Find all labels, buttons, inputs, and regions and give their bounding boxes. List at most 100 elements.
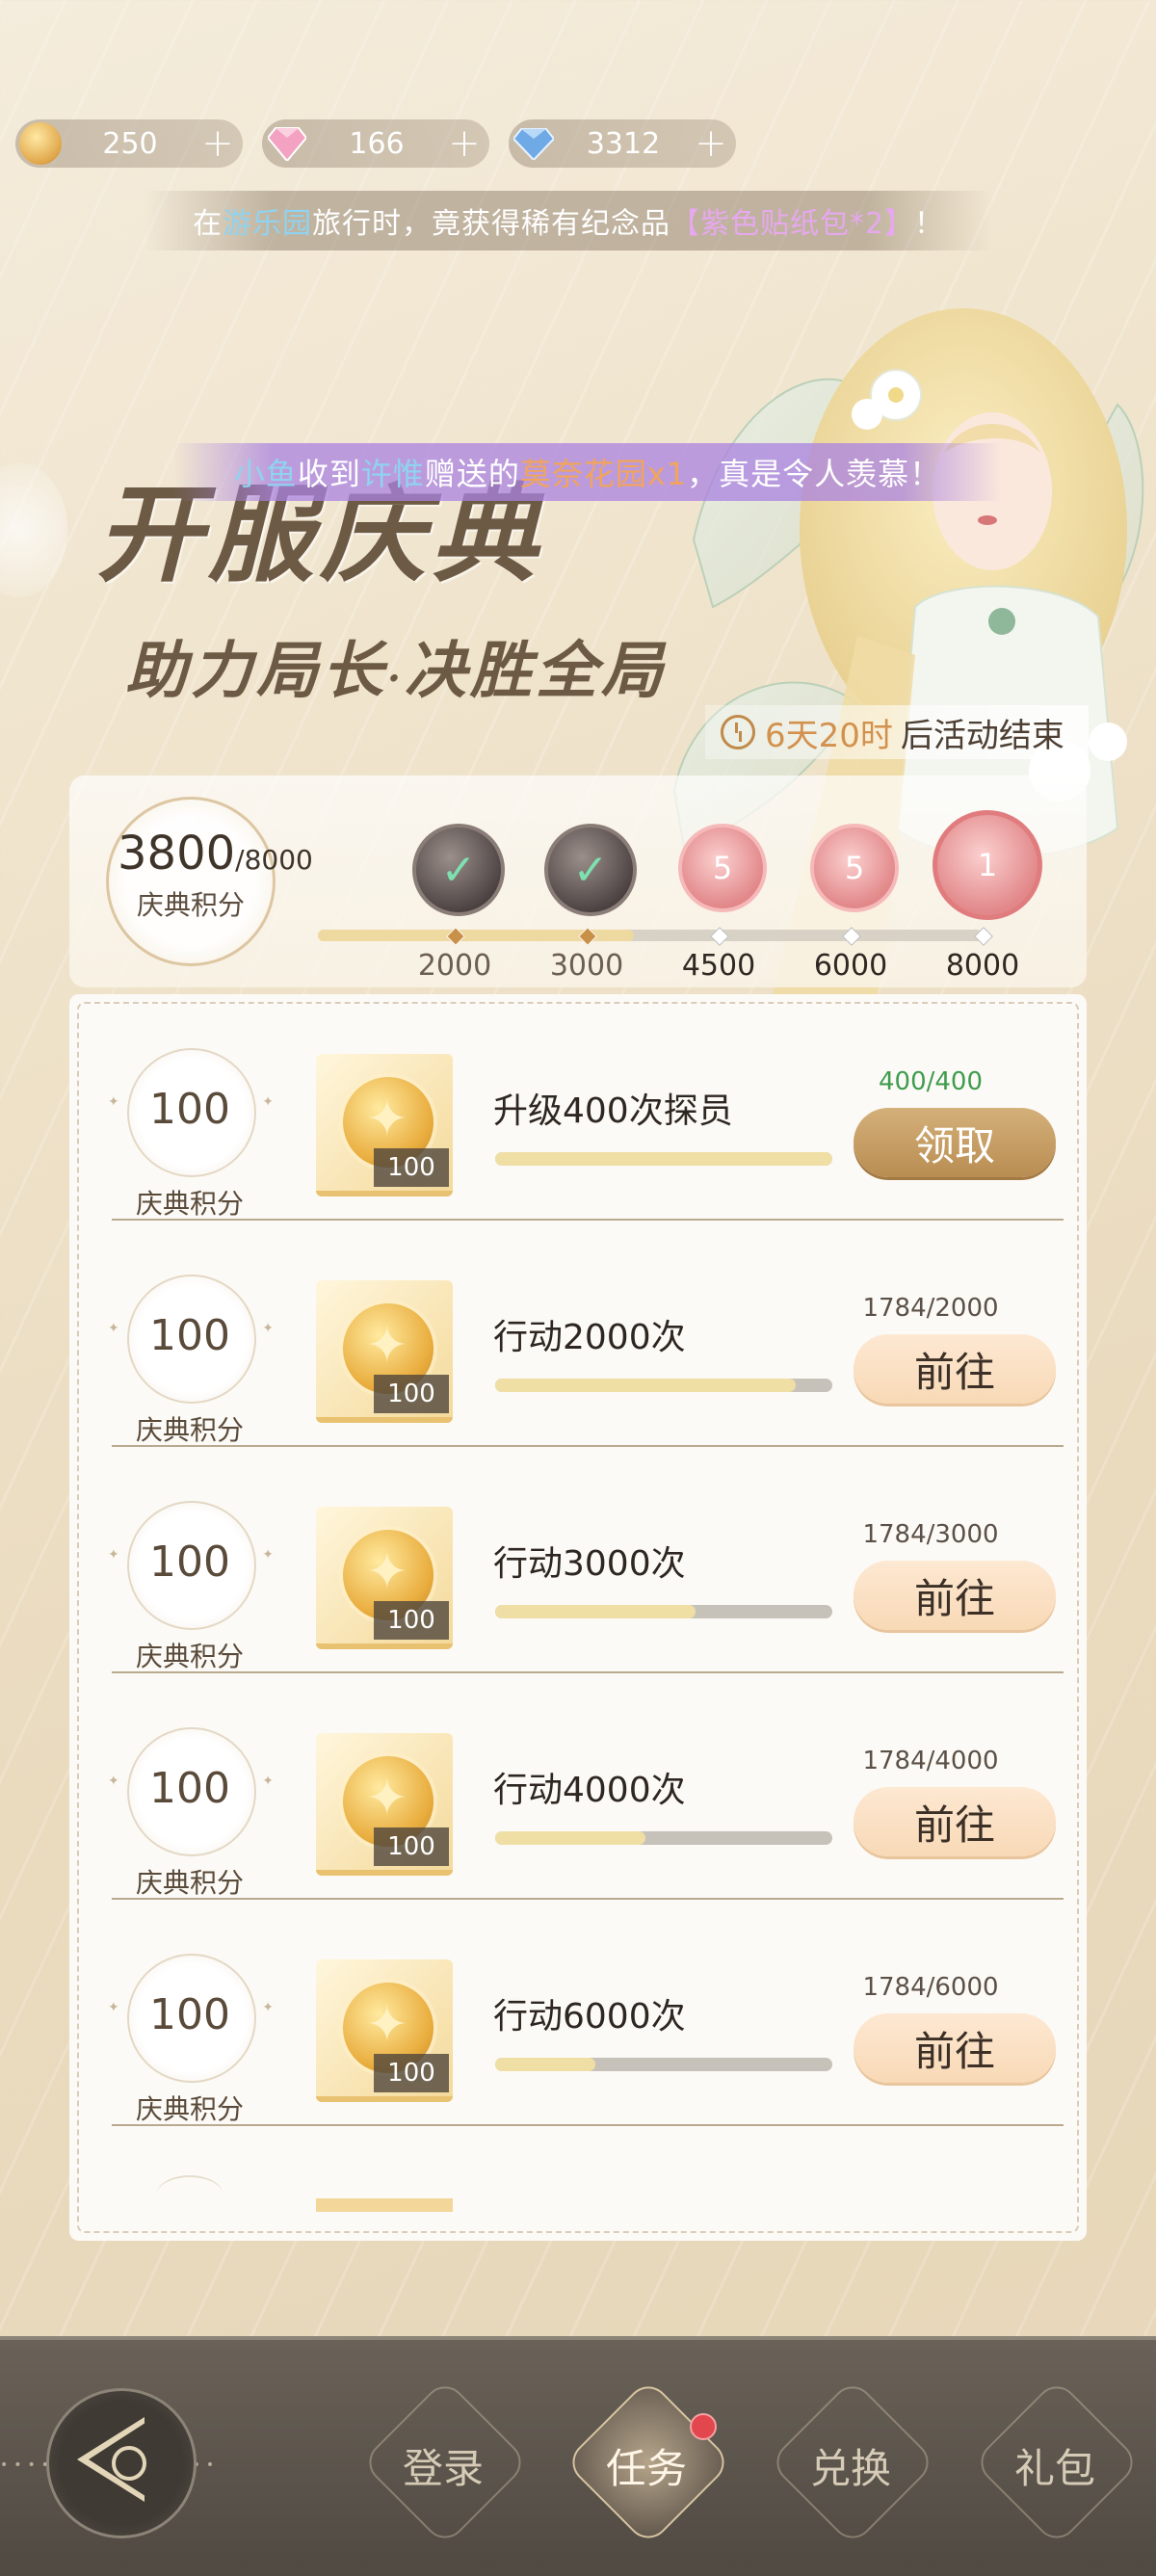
badge-count: 1	[977, 847, 998, 883]
milestone-label: 6000	[813, 949, 888, 983]
go-button[interactable]: 前往	[854, 2013, 1056, 2083]
notice-item: 【紫色贴纸包*2】	[670, 207, 915, 241]
notification-dot	[690, 2413, 717, 2440]
tab-exchange[interactable]: 兑换	[768, 2378, 937, 2547]
currency-gold: 250 +	[15, 119, 243, 168]
event-timer: 6天20时 后活动结束	[705, 705, 1089, 759]
gift-broadcast: 小鱼 收到 许惟 赠送的 莫奈花园x1 ，真是令人羡慕！	[173, 443, 1002, 501]
broadcast-text: 收到	[297, 456, 361, 492]
task-progress-bar	[495, 1605, 832, 1618]
task-row: 100 庆典积分 100 行动3000次 1784/3000 前往	[69, 1447, 1087, 1673]
task-name: 行动3000次	[493, 1544, 686, 1584]
reward-item[interactable]: 100	[316, 1054, 453, 1196]
reward-item[interactable]: 100	[316, 1507, 453, 1649]
task-progress-fill	[495, 1605, 696, 1618]
check-icon: ✓	[440, 845, 477, 895]
reward-item[interactable]: 100	[316, 1959, 453, 2102]
currency-pink-gem: 166 +	[262, 119, 489, 168]
task-points-label: 庆典积分	[135, 2093, 244, 2125]
task-progress-done: 1784	[862, 1747, 927, 1775]
milestone-reward-8000[interactable]: 1	[933, 810, 1042, 920]
milestone-reward-4500[interactable]: 5	[678, 824, 767, 912]
task-progress-text: 1784/4000	[805, 1747, 1056, 1775]
milestone-reward-6000[interactable]: 5	[810, 824, 899, 912]
notice-text: 在	[192, 207, 223, 241]
task-progress-fill	[495, 1831, 646, 1845]
task-name: 升级400次探员	[493, 1091, 733, 1131]
task-points-label: 庆典积分	[135, 1867, 244, 1899]
notice-text: ！	[914, 207, 945, 241]
reward-quantity: 100	[374, 1148, 449, 1187]
broadcast-text: 赠送的	[424, 456, 520, 492]
milestone-label: 8000	[945, 949, 1020, 983]
task-progress-done: 400	[878, 1067, 927, 1096]
check-icon: ✓	[572, 845, 609, 895]
score-progress-panel: 3800/8000 庆典积分 ✓ 2000 ✓ 3000 5 4500 5 6000 1…	[69, 775, 1087, 987]
task-name: 行动2000次	[493, 1318, 686, 1357]
blue-diamond-icon	[512, 122, 555, 165]
tab-label: 兑换	[809, 2445, 891, 2492]
task-row: 100 庆典积分 100 行动4000次 1784/4000 前往	[69, 1673, 1087, 1900]
go-button[interactable]: 前往	[854, 1561, 1056, 1630]
task-name: 行动6000次	[493, 1997, 686, 2037]
milestone-label: 3000	[549, 949, 624, 983]
go-button[interactable]: 前往	[854, 1334, 1056, 1404]
task-progress-text: 1784/6000	[805, 1973, 1056, 2002]
task-points-label: 庆典积分	[135, 1641, 244, 1672]
side-decoration	[0, 462, 67, 597]
broadcast-giver: 许惟	[360, 456, 425, 492]
task-progress-fill	[495, 1152, 832, 1166]
subtitle-part: 决胜全局	[404, 635, 667, 707]
reward-item[interactable]: 100	[316, 1733, 453, 1876]
tab-gift-pack[interactable]: 礼包	[972, 2378, 1142, 2547]
currency-blue-diamond: 3312 +	[509, 119, 736, 168]
tab-label: 任务	[605, 2445, 687, 2492]
claim-button[interactable]: 领取	[854, 1108, 1056, 1177]
gold-amount: 250	[102, 126, 158, 161]
broadcast-text: ，真是令人羡慕！	[687, 456, 942, 492]
task-progress-text: 1784/2000	[805, 1294, 1056, 1323]
task-progress-goal: /400	[926, 1067, 984, 1096]
add-pink-gem-button[interactable]: +	[445, 121, 484, 166]
subtitle-part: 助力局长	[125, 635, 387, 707]
reward-item[interactable]: 100	[316, 1280, 453, 1423]
task-progress-text: 400/400	[805, 1067, 1056, 1096]
add-gold-button[interactable]: +	[198, 121, 237, 166]
points-circle	[156, 2175, 223, 2216]
row-divider	[112, 2124, 1064, 2126]
tab-login[interactable]: 登录	[360, 2378, 530, 2547]
reward-quantity: 100	[374, 2054, 449, 2092]
task-name: 行动4000次	[493, 1771, 686, 1810]
task-row-partial	[69, 2158, 1087, 2216]
task-list[interactable]: 100 庆典积分 100 升级400次探员 400/400 领取 100 庆典积…	[69, 994, 1087, 2241]
milestone-reward-3000[interactable]: ✓	[544, 824, 637, 916]
task-progress-bar	[495, 2058, 832, 2071]
timer-suffix: 后活动结束	[900, 716, 1064, 755]
tab-tasks[interactable]: 任务	[564, 2378, 733, 2547]
reward-quantity: 100	[374, 1375, 449, 1413]
tab-label: 礼包	[1013, 2445, 1095, 2492]
task-progress-bar	[495, 1152, 832, 1166]
task-points: 100	[149, 1311, 230, 1360]
blue-diamond-amount: 3312	[586, 126, 661, 161]
subtitle-dot: ·	[387, 656, 405, 701]
clock-icon	[721, 715, 755, 749]
milestone-reward-2000[interactable]: ✓	[412, 824, 505, 916]
task-progress-text: 1784/3000	[805, 1520, 1056, 1549]
task-points-label: 庆典积分	[135, 1414, 244, 1446]
task-progress-goal: /6000	[926, 1973, 999, 2002]
badge-count: 5	[844, 850, 865, 886]
pink-gem-amount: 166	[349, 126, 405, 161]
go-button[interactable]: 前往	[854, 1787, 1056, 1856]
task-progress-fill	[495, 2058, 595, 2071]
task-points: 100	[149, 1764, 230, 1813]
timer-remaining: 6天20时	[765, 716, 893, 755]
broadcast-gift: 莫奈花园x1	[519, 456, 688, 492]
task-points: 100	[149, 1990, 230, 2039]
bottom-nav: •••••••••••••••• 登录 任务 兑换 礼包	[0, 2336, 1156, 2576]
back-ring-icon	[112, 2446, 146, 2481]
task-progress-bar	[495, 1831, 832, 1845]
score-value: 3800/8000	[118, 827, 313, 881]
task-points: 100	[149, 1085, 230, 1134]
add-blue-diamond-button[interactable]: +	[692, 121, 730, 166]
